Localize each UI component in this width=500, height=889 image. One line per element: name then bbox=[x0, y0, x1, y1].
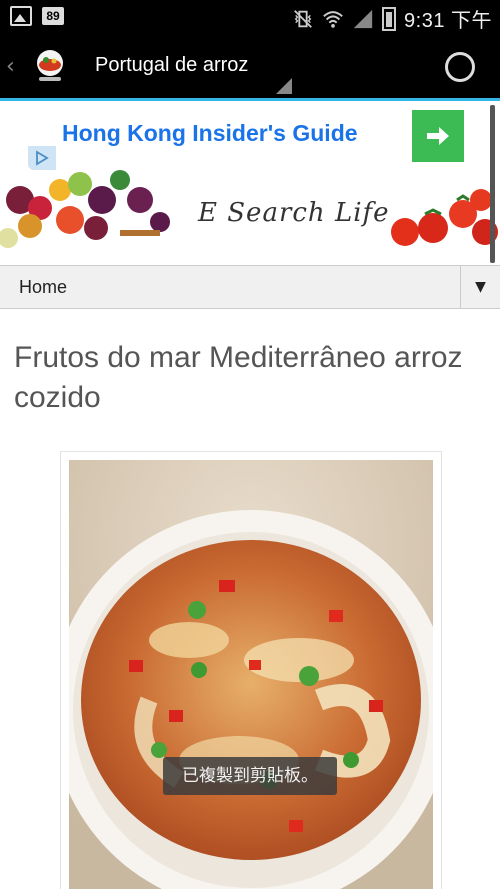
action-bar-title[interactable]: Portugal de arroz bbox=[95, 54, 248, 77]
loading-spinner-icon bbox=[445, 52, 475, 82]
navigation-select[interactable]: Home ▼ bbox=[0, 265, 500, 309]
clipboard-toast: 已複製到剪貼板。 bbox=[163, 757, 337, 795]
ad-headline[interactable]: Hong Kong Insider's Guide bbox=[62, 120, 358, 147]
app-logo-icon[interactable] bbox=[30, 46, 70, 86]
ad-choices-icon bbox=[36, 150, 49, 166]
status-bar: 89 9:31 下午 bbox=[0, 0, 500, 36]
article-photo-frame bbox=[60, 451, 442, 889]
navigation-selected-value: Home bbox=[19, 277, 68, 297]
seafood-rice-photo[interactable] bbox=[69, 460, 433, 889]
fruit-basket-image bbox=[0, 170, 190, 252]
ad-open-button[interactable] bbox=[412, 110, 464, 162]
status-clock: 9:31 下午 bbox=[404, 10, 492, 32]
article-title: Frutos do mar Mediterrâneo arroz cozido bbox=[14, 341, 463, 414]
seafood-rice-dish-image bbox=[69, 460, 433, 889]
tomatoes-image bbox=[391, 189, 498, 246]
title-dropdown-caret-icon[interactable] bbox=[276, 78, 292, 94]
picture-notification-icon bbox=[10, 6, 32, 26]
signal-icon bbox=[353, 9, 373, 28]
banner-tagline: E Search Life bbox=[198, 198, 390, 228]
wifi-icon bbox=[323, 10, 343, 28]
action-bar: ‹ Portugal de arroz bbox=[0, 36, 500, 101]
ad-choices-badge[interactable] bbox=[28, 146, 56, 170]
ad-banner[interactable]: Hong Kong Insider's Guide bbox=[28, 102, 472, 170]
notification-badge: 89 bbox=[42, 7, 64, 25]
battery-icon bbox=[382, 6, 397, 31]
arrow-right-icon bbox=[427, 127, 449, 145]
dropdown-arrow-icon: ▼ bbox=[475, 279, 486, 295]
status-right: 9:31 下午 bbox=[292, 4, 492, 33]
scrollbar[interactable] bbox=[490, 105, 495, 263]
action-bar-accent-line bbox=[0, 98, 500, 101]
site-header-banner: E Search Life bbox=[0, 170, 500, 252]
status-left: 89 bbox=[10, 6, 64, 26]
vibrate-mute-icon bbox=[294, 9, 312, 28]
back-chevron-icon[interactable]: ‹ bbox=[6, 54, 15, 79]
navigation-dropdown-button[interactable]: ▼ bbox=[460, 266, 500, 308]
